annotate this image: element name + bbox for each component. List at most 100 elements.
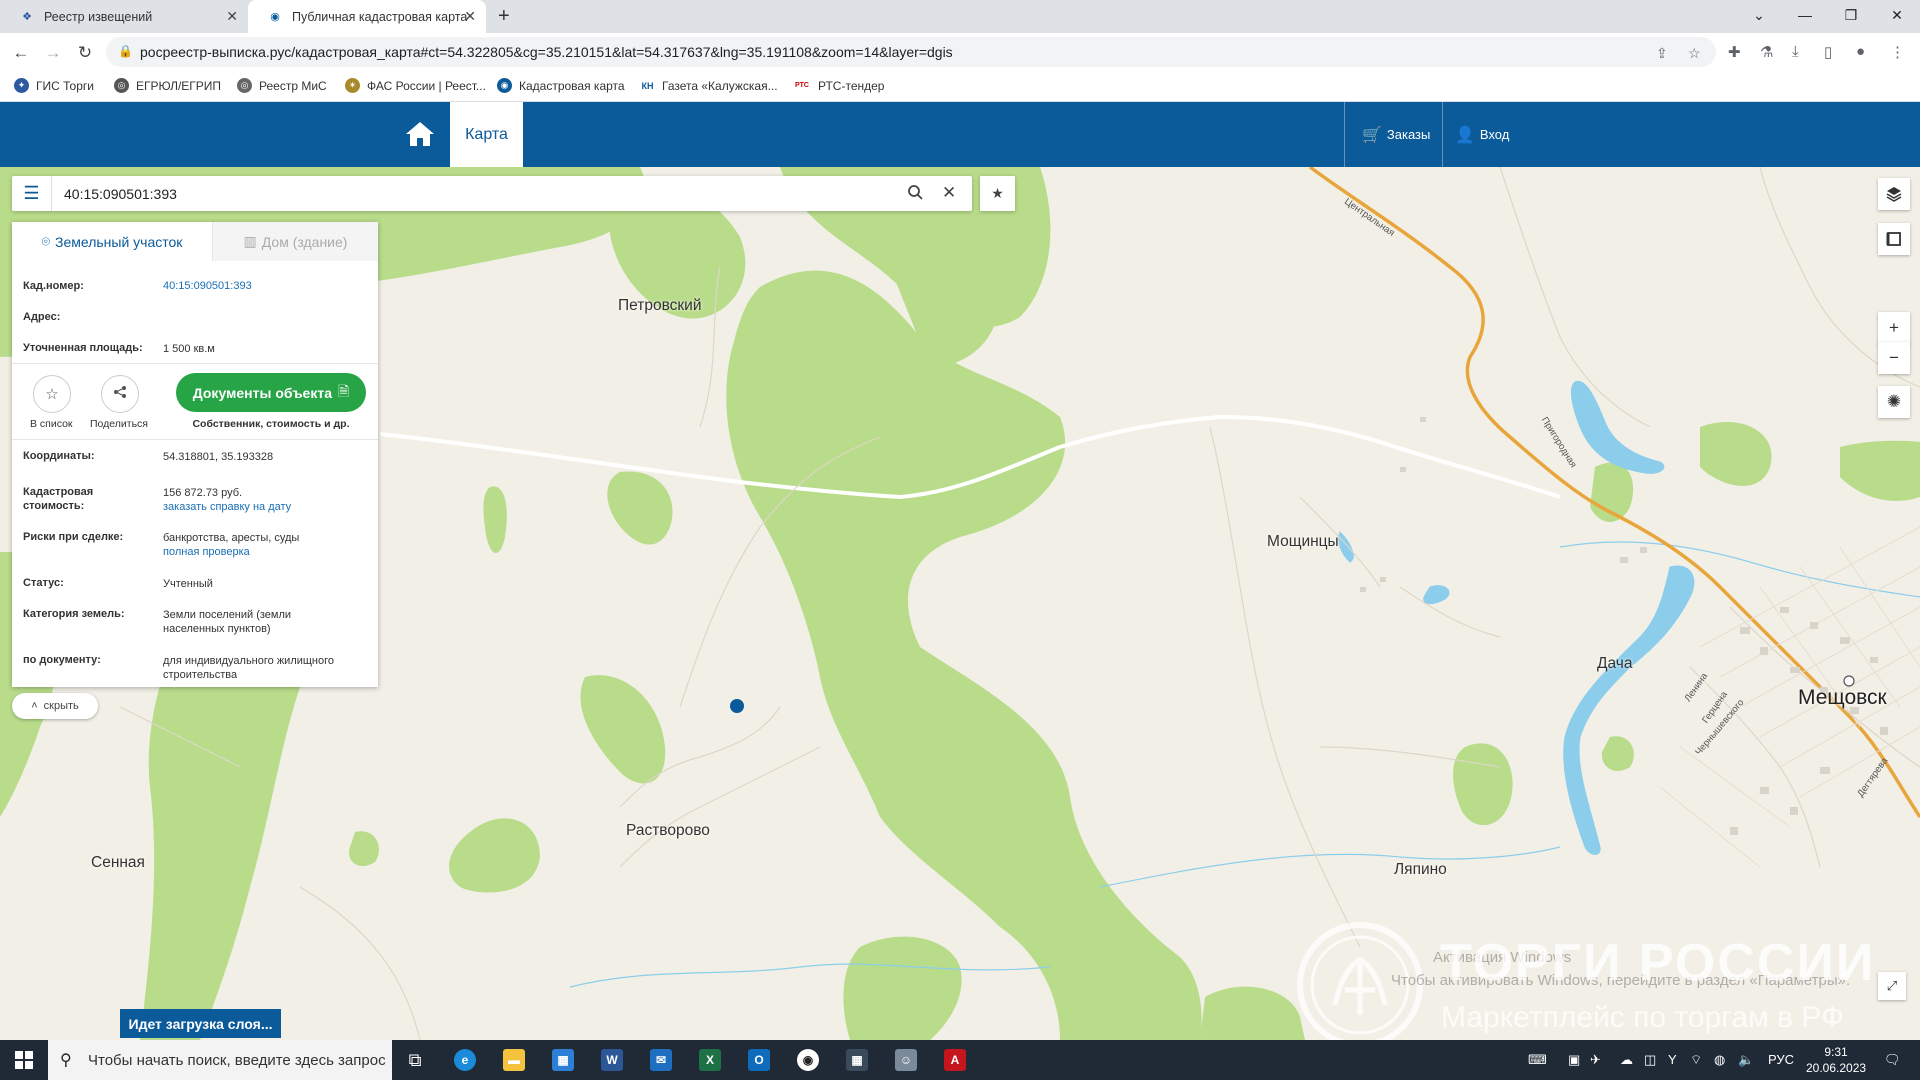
menu-icon[interactable]: ☰ <box>12 176 52 211</box>
task-view-icon[interactable]: ⧉ <box>395 1044 435 1076</box>
bookmark-item[interactable]: ◎ Реестр МиС <box>237 78 327 93</box>
back-icon[interactable]: ← <box>8 40 34 66</box>
search-icon[interactable] <box>907 184 923 205</box>
tab-search-icon[interactable]: ⌄ <box>1736 0 1782 30</box>
word-icon[interactable]: W <box>592 1044 632 1076</box>
share-label: Поделиться <box>90 418 148 430</box>
minimize-button[interactable]: — <box>1782 0 1828 30</box>
yandex-icon[interactable]: Y <box>1668 1052 1677 1067</box>
site-header: Карта 🛒 Заказы 👤 Вход <box>0 102 1920 167</box>
bookmark-item[interactable]: ✶ ФАС России | Реест... <box>345 78 486 93</box>
water-areas <box>1338 380 1695 855</box>
field-label: Адрес: <box>23 311 61 323</box>
pin-icon: ⌾ <box>41 233 50 249</box>
bookmark-item[interactable]: ◉ Кадастровая карта <box>497 78 625 93</box>
field-label: Статус: <box>23 577 64 589</box>
bookmark-star-icon[interactable]: ☆ <box>1688 45 1701 62</box>
place-label: Мещовск <box>1798 686 1887 709</box>
measure-ruler-icon[interactable] <box>1878 223 1910 255</box>
language-indicator[interactable]: РУС <box>1768 1052 1794 1067</box>
edge-icon[interactable]: e <box>445 1044 485 1076</box>
streams <box>569 541 1920 988</box>
keyboard-icon[interactable]: ⌨ <box>1528 1052 1547 1068</box>
share-icon <box>113 385 127 403</box>
acrobat-icon[interactable]: A <box>935 1044 975 1076</box>
restore-button[interactable]: ❐ <box>1828 0 1874 30</box>
user-photo-app-icon[interactable]: ☺ <box>886 1044 926 1076</box>
full-check-link[interactable]: полная проверка <box>163 545 368 559</box>
field-label: Риски при сделке: <box>23 531 124 543</box>
outlook-tray-icon[interactable]: ◫ <box>1644 1052 1656 1068</box>
login-button[interactable]: 👤 Вход <box>1455 102 1509 167</box>
rts-logo-icon: РТС <box>793 78 811 93</box>
mail-icon[interactable]: ✉ <box>641 1044 681 1076</box>
cad-number-link[interactable]: 40:15:090501:393 <box>163 279 368 293</box>
documents-button[interactable]: Документы объекта 🗎 <box>176 373 366 412</box>
profile-icon[interactable]: ● <box>1856 43 1865 60</box>
store-icon[interactable]: ▦ <box>543 1044 583 1076</box>
share-page-icon[interactable]: ⇪ <box>1656 45 1668 62</box>
field-label: Категория земель: <box>23 608 125 620</box>
close-tab-icon[interactable]: ✕ <box>226 8 238 25</box>
tab-map[interactable]: Карта <box>450 102 523 167</box>
address-bar: ← → ↻ 🔒 росреестр-выписка.рус/кадастрова… <box>0 33 1920 71</box>
place-label: Дача <box>1597 655 1633 672</box>
search-input[interactable] <box>64 184 884 204</box>
document-icon: 🗎 <box>338 382 350 399</box>
zoom-out-button[interactable]: − <box>1878 342 1910 374</box>
bookmark-item[interactable]: РТС РТС-тендер <box>793 78 884 93</box>
area-value: 1 500 кв.м <box>163 343 215 355</box>
close-tab-icon[interactable]: ✕ <box>464 8 476 25</box>
documents-subtitle: Собственник, стоимость и др. <box>192 418 350 430</box>
extensions-icon[interactable]: ✚ <box>1728 43 1741 61</box>
share-button[interactable] <box>101 375 139 413</box>
windows-start-icon[interactable] <box>0 1040 48 1080</box>
cost-value: 156 872.73 руб. <box>163 487 243 499</box>
tab-building[interactable]: ▥ Дом (здание) <box>212 222 378 261</box>
close-window-button[interactable]: ✕ <box>1874 0 1920 30</box>
order-certificate-link[interactable]: заказать справку на дату <box>163 500 368 514</box>
network-app-icon[interactable]: ✈ <box>1590 1052 1601 1068</box>
bookmark-item[interactable]: ✦ ГИС Торги <box>14 78 94 93</box>
add-to-list-button[interactable]: ☆ <box>33 375 71 413</box>
new-tab-button[interactable]: + <box>498 5 510 28</box>
file-explorer-icon[interactable]: ▬ <box>494 1044 534 1076</box>
taskbar-search-input[interactable]: ⚲ Чтобы начать поиск, введите здесь запр… <box>48 1040 392 1080</box>
fullscreen-icon[interactable]: ⤢ <box>1878 972 1906 1000</box>
favorites-star-icon[interactable]: ★ <box>980 176 1015 211</box>
chrome-icon[interactable]: ◉ <box>788 1044 828 1076</box>
layers-icon[interactable] <box>1878 178 1910 210</box>
field-label: Уточненная площадь: <box>23 342 143 354</box>
tab-land-plot[interactable]: ⌾ Земельный участок <box>12 222 212 261</box>
onedrive-icon[interactable]: ☁ <box>1620 1052 1633 1068</box>
volume-icon[interactable]: 🔈 <box>1738 1052 1754 1068</box>
taskbar-clock[interactable]: 9:31 20.06.2023 <box>1806 1044 1866 1076</box>
lab-icon[interactable]: ⚗ <box>1760 43 1773 61</box>
bookmark-item[interactable]: ◎ ЕГРЮЛ/ЕГРИП <box>114 78 221 93</box>
download-icon[interactable]: ⤓ <box>1792 43 1799 60</box>
hide-card-button[interactable]: ˄ скрыть <box>12 693 98 719</box>
tray-app-icon[interactable]: ▣ <box>1568 1052 1580 1068</box>
more-menu-icon[interactable]: ⋮ <box>1890 43 1905 61</box>
bookmark-item[interactable]: КН Газета «Калужская... <box>640 78 778 93</box>
chevron-up-icon: ˄ <box>31 700 38 712</box>
url-field[interactable]: 🔒 росреестр-выписка.рус/кадастровая_карт… <box>106 37 1716 67</box>
firefox-icon[interactable]: ◍ <box>1714 1052 1725 1068</box>
clear-icon[interactable]: ✕ <box>942 183 956 203</box>
notifications-icon[interactable]: 🗨 <box>1884 1052 1901 1068</box>
field-label: по документу: <box>23 654 101 666</box>
side-panel-icon[interactable]: ▯ <box>1824 43 1832 61</box>
browser-tab[interactable]: ❖ Реестр извещений ✕ <box>0 0 248 33</box>
orders-button[interactable]: 🛒 Заказы <box>1362 102 1430 167</box>
category-value: населенных пунктов) <box>163 623 271 635</box>
reload-icon[interactable]: ↻ <box>72 40 98 66</box>
doc-purpose-value: строительства <box>163 669 238 681</box>
forward-icon[interactable]: → <box>40 40 66 66</box>
wifi-icon[interactable]: ⌔ <box>1690 1052 1702 1068</box>
outlook-icon[interactable]: O <box>739 1044 779 1076</box>
home-icon[interactable] <box>400 116 440 152</box>
calculator-icon[interactable]: ▦ <box>837 1044 877 1076</box>
excel-icon[interactable]: X <box>690 1044 730 1076</box>
zoom-in-button[interactable]: + <box>1878 312 1910 344</box>
browser-tab-active[interactable]: ◉ Публичная кадастровая карта 2 ✕ <box>248 0 486 33</box>
